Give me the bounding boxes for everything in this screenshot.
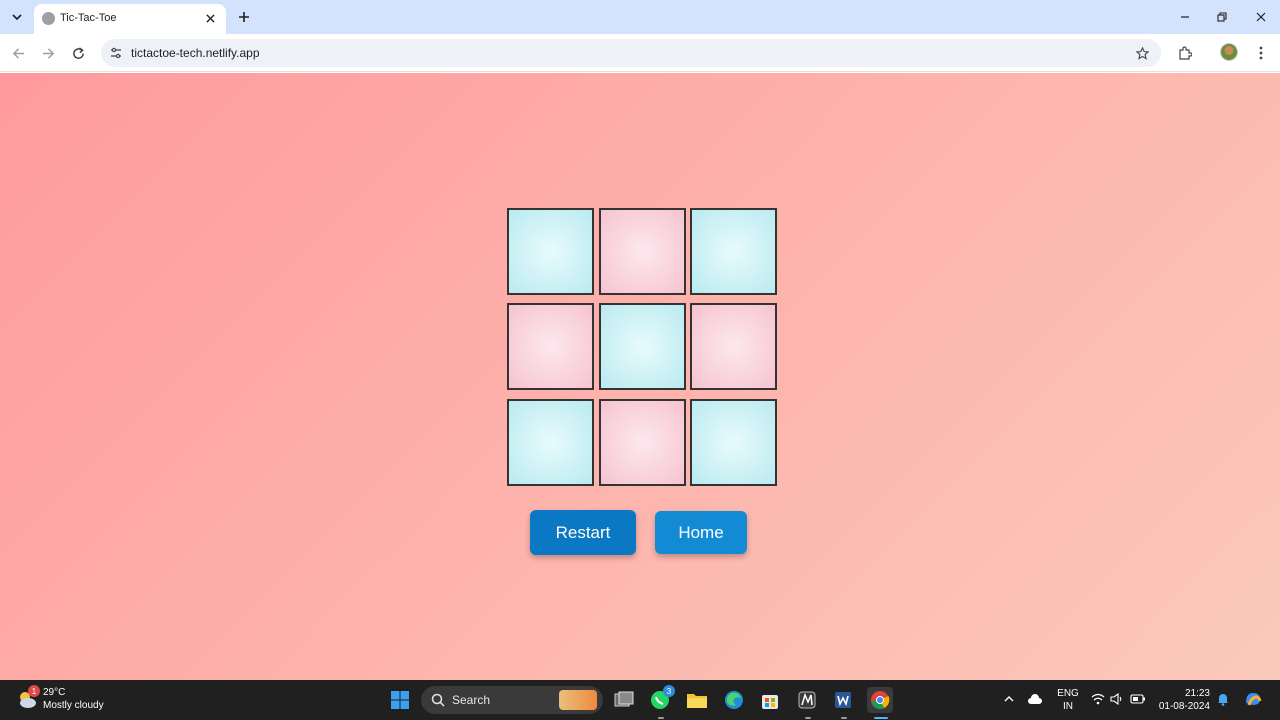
app-running-indicator — [841, 717, 847, 719]
chrome-app[interactable] — [867, 687, 893, 713]
url-text: tictactoe-tech.netlify.app — [131, 46, 260, 60]
minimize-button[interactable] — [1170, 4, 1200, 30]
arrow-right-icon — [42, 47, 54, 59]
wifi-tray-button[interactable] — [1090, 691, 1106, 707]
chrome-icon — [871, 691, 890, 709]
copilot-button[interactable] — [1243, 689, 1263, 709]
search-label: Search — [452, 693, 491, 707]
browser-tab[interactable]: Tic-Tac-Toe — [34, 4, 226, 34]
language-line-1: ENG — [1057, 688, 1079, 699]
board-cell-8[interactable] — [599, 399, 686, 486]
tic-tac-toe-board — [507, 208, 778, 486]
puzzle-icon — [1179, 46, 1192, 60]
weather-temperature: 29°C — [43, 687, 66, 698]
board-cell-6[interactable] — [690, 303, 777, 390]
forward-button[interactable] — [37, 42, 59, 64]
onedrive-tray-button[interactable] — [1027, 691, 1043, 707]
reload-button[interactable] — [67, 42, 89, 64]
board-cell-5[interactable] — [599, 303, 686, 390]
globe-icon — [42, 12, 55, 25]
search-highlight-image — [559, 690, 597, 710]
store-bag-icon — [762, 695, 778, 709]
edge-browser-icon — [725, 691, 743, 709]
tab-close-button[interactable] — [202, 10, 218, 26]
microsoft-store-app[interactable] — [757, 687, 783, 713]
clock-date: 01-08-2024 — [1158, 701, 1210, 712]
kebab-menu-icon — [1259, 46, 1263, 60]
arrow-left-icon — [12, 47, 24, 59]
board-cell-9[interactable] — [690, 399, 777, 486]
address-bar[interactable]: tictactoe-tech.netlify.app — [101, 39, 1161, 67]
browser-menu-button[interactable] — [1250, 42, 1272, 64]
battery-icon — [1130, 694, 1145, 704]
restore-icon — [1217, 12, 1227, 22]
browser-tab-strip: Tic-Tac-Toe — [0, 0, 1280, 34]
copilot-icon — [1246, 693, 1262, 706]
taskbar-search[interactable]: Search — [421, 686, 603, 714]
word-app[interactable] — [830, 687, 856, 713]
show-hidden-icons-button[interactable] — [1001, 691, 1017, 707]
board-cell-2[interactable] — [599, 208, 686, 295]
app-running-indicator — [658, 717, 664, 719]
battery-tray-button[interactable] — [1130, 691, 1146, 707]
app-icon — [798, 691, 816, 709]
tab-title: Tic-Tac-Toe — [60, 12, 117, 24]
close-icon — [1256, 12, 1266, 22]
windows-logo-icon — [391, 691, 409, 709]
word-icon — [835, 692, 851, 708]
board-cell-7[interactable] — [507, 399, 594, 486]
cloud-icon — [1028, 694, 1042, 704]
language-line-2: IN — [1063, 701, 1073, 712]
restart-button[interactable]: Restart — [530, 510, 636, 555]
whatsapp-app[interactable]: 3 — [647, 685, 675, 713]
start-button[interactable] — [387, 687, 413, 713]
file-explorer-app[interactable] — [684, 687, 710, 713]
back-button[interactable] — [7, 42, 29, 64]
close-icon — [205, 13, 215, 23]
app-active-indicator — [874, 717, 888, 719]
notifications-button[interactable] — [1215, 691, 1231, 707]
app-running-indicator — [805, 717, 811, 719]
wifi-icon — [1091, 693, 1105, 705]
new-tab-button[interactable] — [233, 6, 255, 28]
plus-icon — [239, 12, 249, 22]
whatsapp-badge: 3 — [663, 685, 675, 697]
chevron-down-icon — [12, 14, 22, 21]
notes-app[interactable] — [794, 687, 820, 713]
restore-button[interactable] — [1207, 4, 1237, 30]
browser-toolbar: tictactoe-tech.netlify.app — [0, 34, 1280, 72]
folder-icon — [687, 694, 707, 708]
weather-condition: Mostly cloudy — [43, 700, 104, 711]
speaker-icon — [1110, 693, 1122, 705]
reload-icon — [72, 46, 84, 59]
weather-badge: 1 — [28, 685, 40, 697]
board-cell-4[interactable] — [507, 303, 594, 390]
volume-tray-button[interactable] — [1109, 691, 1125, 707]
extensions-button[interactable] — [1174, 42, 1196, 64]
bell-icon — [1218, 694, 1228, 706]
game-page: Restart Home — [0, 73, 1280, 680]
board-cell-3[interactable] — [690, 208, 777, 295]
windows-taskbar: 1 29°C Mostly cloudy Search 3 ENG IN 21:… — [0, 680, 1280, 720]
window-close-button[interactable] — [1246, 4, 1276, 30]
site-info-icon[interactable] — [107, 44, 125, 62]
task-view-button[interactable] — [611, 687, 637, 713]
chevron-up-icon — [1004, 696, 1014, 702]
bookmark-star-icon[interactable] — [1133, 44, 1151, 62]
board-cell-1[interactable] — [507, 208, 594, 295]
edge-app[interactable] — [721, 687, 747, 713]
minimize-icon — [1181, 16, 1189, 18]
clock-time: 21:23 — [1184, 688, 1210, 699]
home-button[interactable]: Home — [655, 511, 747, 554]
tab-search-button[interactable] — [6, 6, 28, 28]
task-view-icon — [614, 691, 634, 707]
profile-avatar[interactable] — [1220, 43, 1238, 61]
search-icon — [431, 693, 445, 707]
